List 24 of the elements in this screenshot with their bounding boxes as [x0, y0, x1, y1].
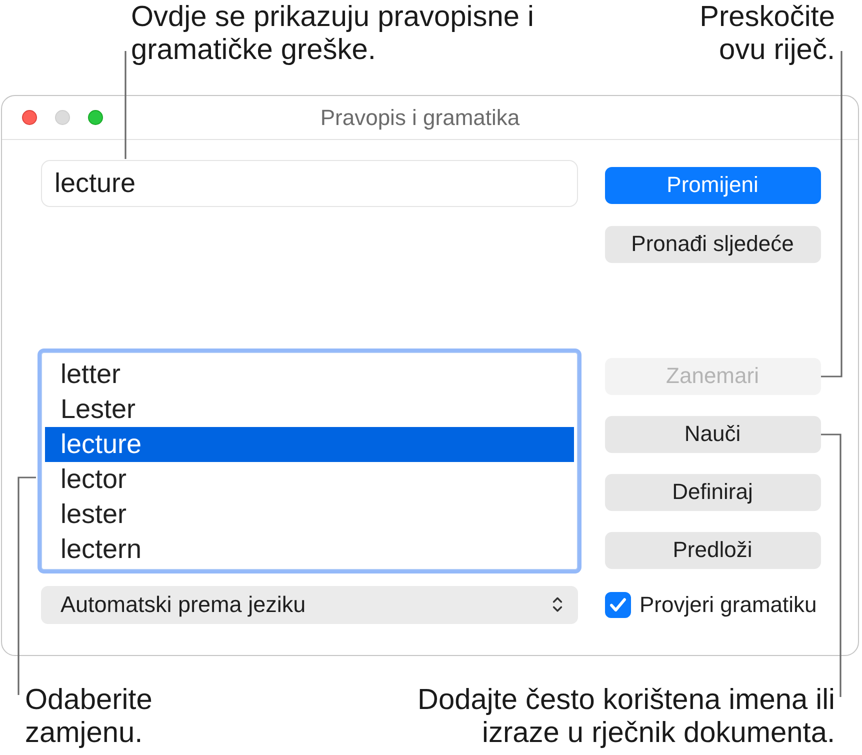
zoom-button[interactable] — [88, 110, 103, 125]
action-button[interactable]: Predloži — [604, 532, 820, 568]
suggestion-item[interactable]: Lester — [44, 392, 574, 426]
checkbox-label[interactable]: Provjeri gramatiku — [640, 592, 817, 618]
callout-text: Ovdje se prikazuju pravopisne i gramatičke greške. — [131, 1, 534, 67]
callout-text: Dodajte često korištena imena ili izraze u rječnik dokumenta. — [418, 684, 835, 750]
language-dropdown[interactable]: Automatski prema jeziku — [40, 586, 578, 624]
suggestion-item[interactable]: lester — [44, 496, 574, 532]
grammar-checkbox[interactable] — [604, 592, 630, 618]
action-button[interactable]: Definiraj — [604, 474, 820, 510]
callout-text: Preskočite ovu riječ. — [700, 1, 835, 67]
default-button[interactable]: Promijeni — [604, 166, 820, 204]
action-button[interactable]: Pronađi sljedeće — [604, 226, 820, 262]
close-button[interactable] — [22, 110, 37, 125]
suggestion-item[interactable]: lector — [44, 462, 574, 496]
word-field[interactable]: lecture — [40, 160, 578, 206]
window-title: Pravopis i gramatika — [320, 104, 521, 130]
suggestion-item[interactable]: lectern — [44, 532, 574, 566]
suggestion-item[interactable]: letter — [44, 356, 574, 392]
action-button[interactable]: Nauči — [604, 416, 820, 452]
up-down-chevron-icon — [552, 596, 562, 613]
suggestion-item[interactable]: lecture — [44, 426, 574, 462]
checkmark-icon — [610, 598, 626, 612]
callout-text: Odaberite zamjenu. — [25, 684, 152, 750]
